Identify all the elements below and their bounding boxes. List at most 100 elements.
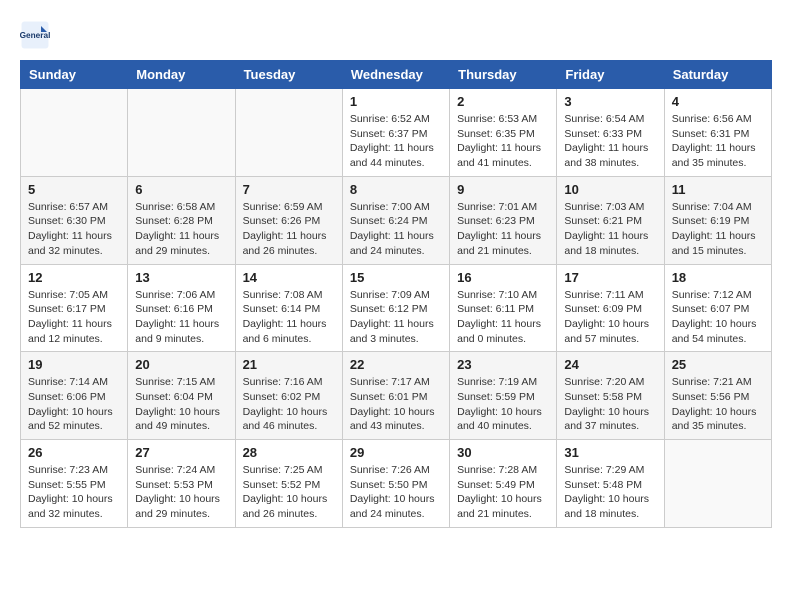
day-info: Sunrise: 7:12 AM Sunset: 6:07 PM Dayligh…: [672, 288, 764, 347]
calendar-cell: 31 Sunrise: 7:29 AM Sunset: 5:48 PM Dayli…: [557, 440, 664, 528]
calendar-cell: 10 Sunrise: 7:03 AM Sunset: 6:21 PM Dayli…: [557, 176, 664, 264]
weekday-label: Wednesday: [342, 61, 449, 89]
calendar-cell: 17 Sunrise: 7:11 AM Sunset: 6:09 PM Dayli…: [557, 264, 664, 352]
day-number: 7: [243, 182, 335, 197]
day-number: 20: [135, 357, 227, 372]
day-number: 21: [243, 357, 335, 372]
day-info: Sunrise: 7:28 AM Sunset: 5:49 PM Dayligh…: [457, 463, 549, 522]
calendar-week-row: 5 Sunrise: 6:57 AM Sunset: 6:30 PM Daylig…: [21, 176, 772, 264]
day-number: 23: [457, 357, 549, 372]
day-number: 13: [135, 270, 227, 285]
day-info: Sunrise: 7:10 AM Sunset: 6:11 PM Dayligh…: [457, 288, 549, 347]
calendar-cell: 13 Sunrise: 7:06 AM Sunset: 6:16 PM Dayli…: [128, 264, 235, 352]
calendar-cell: 4 Sunrise: 6:56 AM Sunset: 6:31 PM Daylig…: [664, 89, 771, 177]
calendar-week-row: 19 Sunrise: 7:14 AM Sunset: 6:06 PM Dayli…: [21, 352, 772, 440]
day-number: 28: [243, 445, 335, 460]
calendar-cell: 3 Sunrise: 6:54 AM Sunset: 6:33 PM Daylig…: [557, 89, 664, 177]
day-info: Sunrise: 6:53 AM Sunset: 6:35 PM Dayligh…: [457, 112, 549, 171]
day-number: 25: [672, 357, 764, 372]
day-number: 24: [564, 357, 656, 372]
day-info: Sunrise: 7:09 AM Sunset: 6:12 PM Dayligh…: [350, 288, 442, 347]
day-info: Sunrise: 7:21 AM Sunset: 5:56 PM Dayligh…: [672, 375, 764, 434]
day-info: Sunrise: 7:00 AM Sunset: 6:24 PM Dayligh…: [350, 200, 442, 259]
calendar-cell: 20 Sunrise: 7:15 AM Sunset: 6:04 PM Dayli…: [128, 352, 235, 440]
day-number: 12: [28, 270, 120, 285]
page-header: General: [20, 20, 772, 50]
weekday-label: Sunday: [21, 61, 128, 89]
weekday-label: Saturday: [664, 61, 771, 89]
calendar-body: 1 Sunrise: 6:52 AM Sunset: 6:37 PM Daylig…: [21, 89, 772, 528]
day-info: Sunrise: 7:03 AM Sunset: 6:21 PM Dayligh…: [564, 200, 656, 259]
day-number: 27: [135, 445, 227, 460]
day-number: 2: [457, 94, 549, 109]
day-number: 3: [564, 94, 656, 109]
calendar-cell: 12 Sunrise: 7:05 AM Sunset: 6:17 PM Dayli…: [21, 264, 128, 352]
day-info: Sunrise: 7:06 AM Sunset: 6:16 PM Dayligh…: [135, 288, 227, 347]
day-info: Sunrise: 7:01 AM Sunset: 6:23 PM Dayligh…: [457, 200, 549, 259]
weekday-label: Friday: [557, 61, 664, 89]
day-number: 11: [672, 182, 764, 197]
day-number: 29: [350, 445, 442, 460]
calendar-cell: 27 Sunrise: 7:24 AM Sunset: 5:53 PM Dayli…: [128, 440, 235, 528]
calendar-cell: [235, 89, 342, 177]
day-info: Sunrise: 7:15 AM Sunset: 6:04 PM Dayligh…: [135, 375, 227, 434]
calendar-cell: 29Sunrise: 7:26 AM Sunset: 5:50 PM Dayli…: [342, 440, 449, 528]
calendar-table: SundayMondayTuesdayWednesdayThursdayFrid…: [20, 60, 772, 528]
day-info: Sunrise: 7:29 AM Sunset: 5:48 PM Dayligh…: [564, 463, 656, 522]
calendar-cell: 18 Sunrise: 7:12 AM Sunset: 6:07 PM Dayli…: [664, 264, 771, 352]
day-number: 14: [243, 270, 335, 285]
calendar-cell: 22 Sunrise: 7:17 AM Sunset: 6:01 PM Dayli…: [342, 352, 449, 440]
logo-icon: General: [20, 20, 50, 50]
day-number: 31: [564, 445, 656, 460]
calendar-cell: 21Sunrise: 7:16 AM Sunset: 6:02 PM Dayli…: [235, 352, 342, 440]
day-info: Sunrise: 7:24 AM Sunset: 5:53 PM Dayligh…: [135, 463, 227, 522]
day-number: 4: [672, 94, 764, 109]
day-number: 15: [350, 270, 442, 285]
day-info: Sunrise: 6:58 AM Sunset: 6:28 PM Dayligh…: [135, 200, 227, 259]
day-number: 22: [350, 357, 442, 372]
day-info: Sunrise: 7:11 AM Sunset: 6:09 PM Dayligh…: [564, 288, 656, 347]
calendar-cell: 7 Sunrise: 6:59 AM Sunset: 6:26 PM Daylig…: [235, 176, 342, 264]
calendar-cell: 25 Sunrise: 7:21 AM Sunset: 5:56 PM Dayli…: [664, 352, 771, 440]
weekday-label: Tuesday: [235, 61, 342, 89]
calendar-cell: 9Sunrise: 7:01 AM Sunset: 6:23 PM Daylig…: [450, 176, 557, 264]
day-info: Sunrise: 7:14 AM Sunset: 6:06 PM Dayligh…: [28, 375, 120, 434]
logo: General: [20, 20, 54, 50]
weekday-header-row: SundayMondayTuesdayWednesdayThursdayFrid…: [21, 61, 772, 89]
day-number: 18: [672, 270, 764, 285]
day-info: Sunrise: 6:52 AM Sunset: 6:37 PM Dayligh…: [350, 112, 442, 171]
day-info: Sunrise: 6:59 AM Sunset: 6:26 PM Dayligh…: [243, 200, 335, 259]
day-info: Sunrise: 7:20 AM Sunset: 5:58 PM Dayligh…: [564, 375, 656, 434]
weekday-label: Monday: [128, 61, 235, 89]
calendar-cell: 6Sunrise: 6:58 AM Sunset: 6:28 PM Daylig…: [128, 176, 235, 264]
day-number: 5: [28, 182, 120, 197]
calendar-cell: 8Sunrise: 7:00 AM Sunset: 6:24 PM Daylig…: [342, 176, 449, 264]
day-number: 10: [564, 182, 656, 197]
day-info: Sunrise: 6:56 AM Sunset: 6:31 PM Dayligh…: [672, 112, 764, 171]
day-number: 1: [350, 94, 442, 109]
calendar-week-row: 26Sunrise: 7:23 AM Sunset: 5:55 PM Dayli…: [21, 440, 772, 528]
day-number: 19: [28, 357, 120, 372]
day-info: Sunrise: 7:04 AM Sunset: 6:19 PM Dayligh…: [672, 200, 764, 259]
calendar-cell: 14Sunrise: 7:08 AM Sunset: 6:14 PM Dayli…: [235, 264, 342, 352]
day-info: Sunrise: 6:54 AM Sunset: 6:33 PM Dayligh…: [564, 112, 656, 171]
calendar-cell: 28Sunrise: 7:25 AM Sunset: 5:52 PM Dayli…: [235, 440, 342, 528]
calendar-cell: 11 Sunrise: 7:04 AM Sunset: 6:19 PM Dayli…: [664, 176, 771, 264]
day-info: Sunrise: 6:57 AM Sunset: 6:30 PM Dayligh…: [28, 200, 120, 259]
calendar-cell: 16 Sunrise: 7:10 AM Sunset: 6:11 PM Dayli…: [450, 264, 557, 352]
weekday-label: Thursday: [450, 61, 557, 89]
calendar-cell: 1 Sunrise: 6:52 AM Sunset: 6:37 PM Daylig…: [342, 89, 449, 177]
day-number: 17: [564, 270, 656, 285]
calendar-cell: [128, 89, 235, 177]
day-info: Sunrise: 7:23 AM Sunset: 5:55 PM Dayligh…: [28, 463, 120, 522]
day-info: Sunrise: 7:19 AM Sunset: 5:59 PM Dayligh…: [457, 375, 549, 434]
calendar-cell: 5 Sunrise: 6:57 AM Sunset: 6:30 PM Daylig…: [21, 176, 128, 264]
calendar-cell: 15 Sunrise: 7:09 AM Sunset: 6:12 PM Dayli…: [342, 264, 449, 352]
day-info: Sunrise: 7:05 AM Sunset: 6:17 PM Dayligh…: [28, 288, 120, 347]
day-number: 16: [457, 270, 549, 285]
calendar-cell: 26Sunrise: 7:23 AM Sunset: 5:55 PM Dayli…: [21, 440, 128, 528]
calendar-cell: [664, 440, 771, 528]
calendar-week-row: 12 Sunrise: 7:05 AM Sunset: 6:17 PM Dayli…: [21, 264, 772, 352]
day-info: Sunrise: 7:17 AM Sunset: 6:01 PM Dayligh…: [350, 375, 442, 434]
calendar-cell: 30Sunrise: 7:28 AM Sunset: 5:49 PM Dayli…: [450, 440, 557, 528]
